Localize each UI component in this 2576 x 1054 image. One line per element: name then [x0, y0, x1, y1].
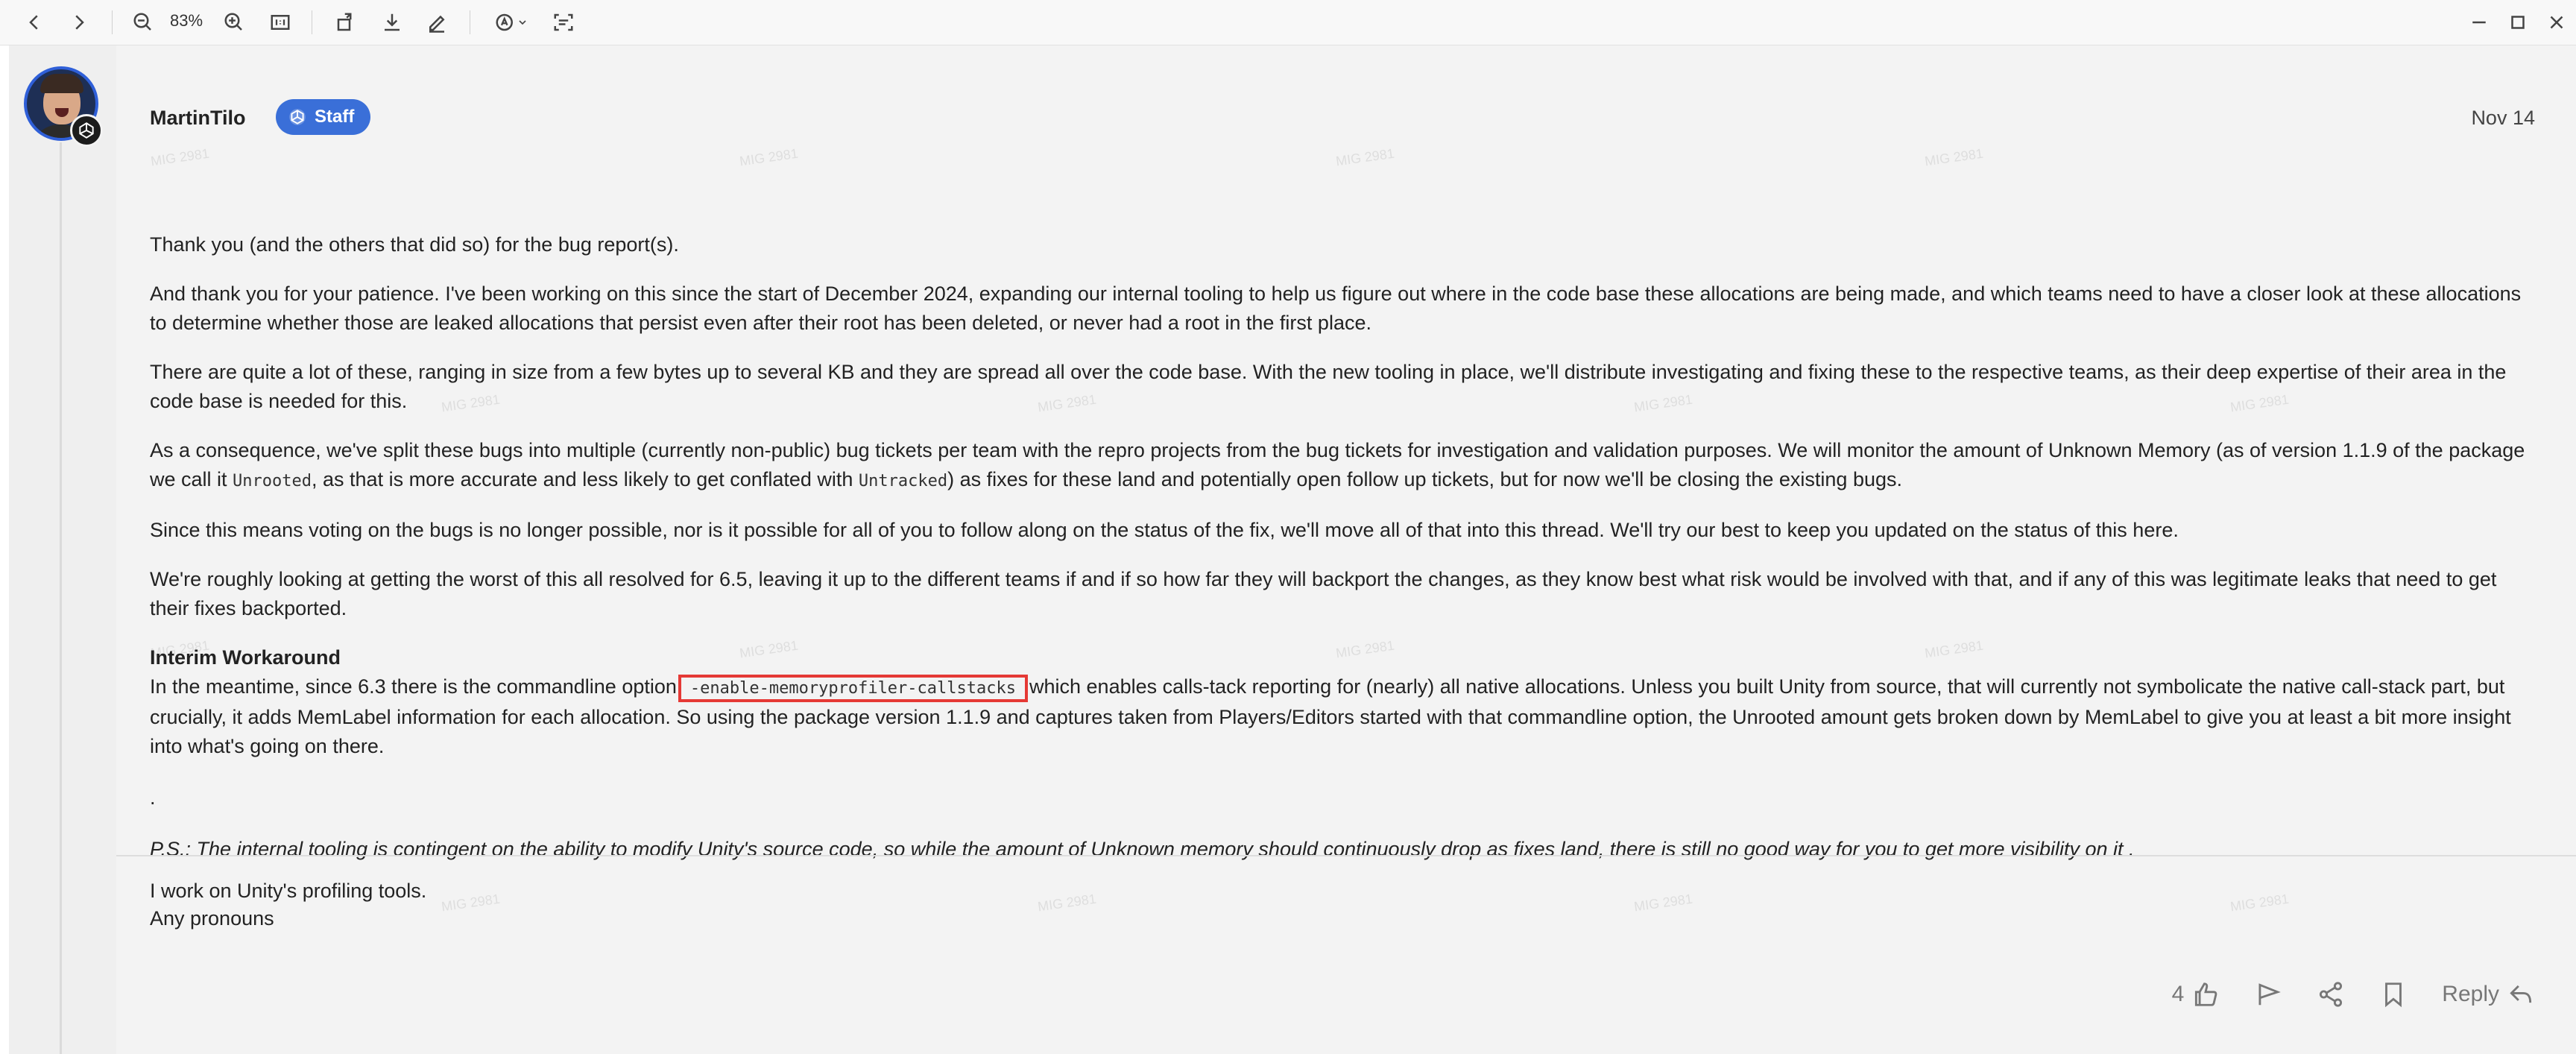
minimize-button[interactable]: [2464, 7, 2494, 37]
share-button[interactable]: [2317, 980, 2345, 1009]
zoom-level[interactable]: 83%: [170, 11, 203, 31]
paragraph: As a consequence, we've split these bugs…: [150, 439, 2525, 490]
signature-line: Any pronouns: [150, 907, 274, 930]
flag-button[interactable]: [2254, 980, 2282, 1009]
watermark: MIG 2981: [1334, 145, 1395, 169]
thread-line: [60, 142, 62, 1054]
download-icon: [385, 13, 400, 31]
text-select-button[interactable]: [549, 7, 578, 37]
post-date[interactable]: Nov 14: [2471, 107, 2535, 130]
scan-text-icon: [554, 13, 573, 31]
signature-line: I work on Unity's profiling tools.: [150, 880, 427, 902]
watermark: MIG 2981: [738, 145, 799, 169]
chevron-left-icon: [29, 15, 38, 30]
annotate-button[interactable]: [422, 7, 452, 37]
maximize-icon: [2511, 16, 2525, 29]
toolbar-divider: [112, 10, 113, 34]
back-button[interactable]: [19, 7, 49, 37]
section-heading: Interim Workaround: [150, 646, 341, 669]
close-icon: [2550, 16, 2563, 29]
highlighted-command: -enable-memoryprofiler-callstacks: [678, 675, 1028, 702]
inline-code: Untracked: [858, 472, 948, 490]
staff-badge: Staff: [276, 99, 371, 135]
thumbs-up-icon: [2195, 982, 2217, 1006]
bookmark-button[interactable]: [2379, 980, 2408, 1009]
read-aloud-dropdown[interactable]: [489, 7, 534, 37]
like-count: 4: [2171, 982, 2185, 1006]
post-body: Thank you (and the others that did so) f…: [150, 230, 2535, 884]
signature: I work on Unity's profiling tools. Any p…: [116, 855, 2576, 1054]
reply-label: Reply: [2442, 982, 2499, 1006]
zoom-in-icon: [224, 13, 242, 31]
chevron-right-icon: [75, 15, 84, 30]
read-aloud-icon: [496, 13, 513, 31]
reply-icon: [2510, 985, 2532, 1003]
close-button[interactable]: [2542, 7, 2572, 37]
minimize-icon: [2472, 21, 2486, 24]
zoom-out-button[interactable]: [128, 7, 158, 37]
actual-size-icon: [271, 15, 290, 30]
unity-icon: [79, 122, 94, 139]
download-button[interactable]: [377, 7, 407, 37]
forward-button[interactable]: [64, 7, 94, 37]
viewer-toolbar: 83%: [0, 0, 2576, 45]
actual-size-button[interactable]: [265, 7, 295, 37]
paragraph: There are quite a lot of these, ranging …: [150, 361, 2507, 412]
bookmark-icon: [2385, 982, 2402, 1008]
paragraph: We're roughly looking at getting the wor…: [150, 568, 2497, 619]
like-button[interactable]: 4: [2172, 980, 2220, 1009]
document-page: MIG 2981 MIG 2981 MIG 2981 MIG 2981 MIG …: [9, 45, 2576, 1054]
rotate-button[interactable]: [331, 7, 361, 37]
paragraph: .: [150, 786, 156, 809]
paragraph: And thank you for your patience. I've be…: [150, 283, 2522, 334]
share-icon: [2320, 982, 2343, 1007]
chevron-down-icon: [519, 20, 526, 25]
maximize-button[interactable]: [2503, 7, 2533, 37]
paragraph: Interim Workaround In the meantime, since…: [150, 646, 2511, 757]
paragraph: Since this means voting on the bugs is n…: [150, 519, 2179, 541]
unity-badge: [70, 114, 103, 147]
zoom-in-button[interactable]: [219, 7, 249, 37]
staff-badge-label: Staff: [315, 107, 355, 127]
inline-code: Unrooted: [233, 472, 312, 490]
paragraph: Thank you (and the others that did so) f…: [150, 233, 679, 256]
pen-icon: [429, 15, 445, 33]
rotate-icon: [337, 13, 352, 31]
post-author[interactable]: MartinTilo: [150, 107, 246, 130]
watermark: MIG 2981: [1923, 145, 1984, 169]
flag-icon: [2258, 983, 2282, 1006]
watermark: MIG 2981: [149, 145, 210, 169]
reply-button[interactable]: Reply: [2442, 980, 2535, 1009]
unity-icon: [289, 109, 306, 125]
post-actions: 4 Reply: [2172, 976, 2535, 1013]
thread-rail: [9, 45, 116, 1054]
zoom-out-icon: [133, 13, 151, 31]
